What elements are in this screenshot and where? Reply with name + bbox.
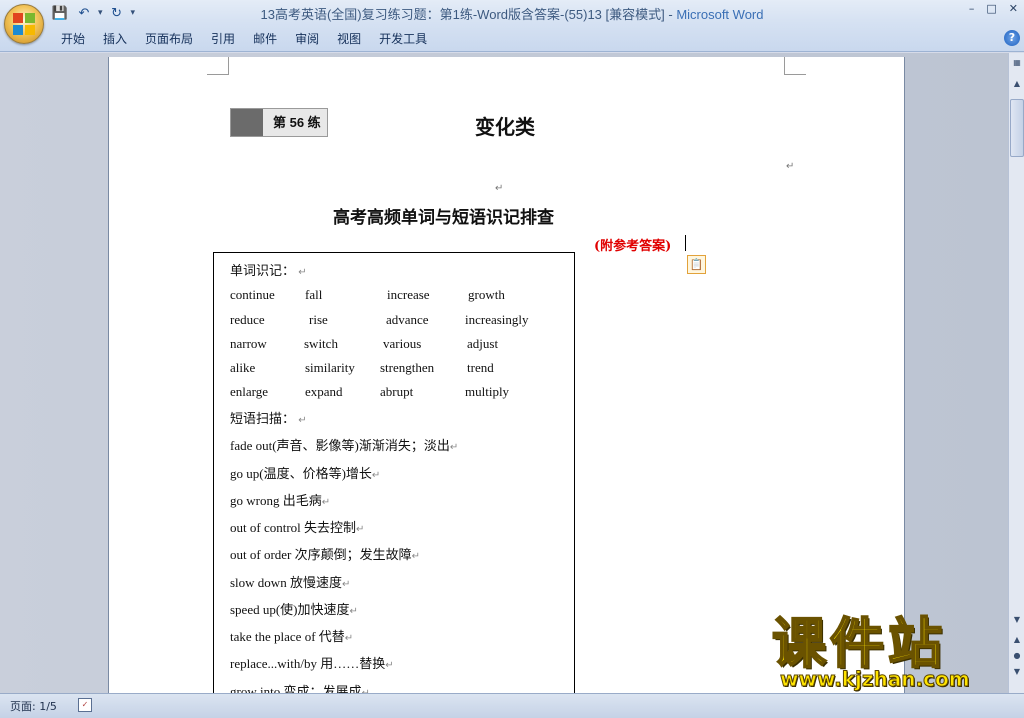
paste-options-icon[interactable]: 📋: [687, 255, 706, 274]
paragraph-mark: ↵: [786, 161, 795, 172]
tab-page-layout[interactable]: 页面布局: [136, 28, 202, 50]
window-controls: – □ ✕: [969, 2, 1018, 15]
word: enlarge: [230, 384, 269, 399]
document-page[interactable]: 第 56 练 变化类 ↵ ↵ 高考高频单词与短语识记排查 (附参考答案) 📋 单…: [109, 57, 904, 693]
answer-note: (附参考答案): [594, 239, 672, 254]
help-icon[interactable]: ?: [1004, 30, 1020, 46]
word: strengthen: [380, 360, 435, 375]
watermark: 课件站 www.kjzhan.com: [771, 612, 1006, 694]
phrase-item: fade out(声音、影像等)渐渐消失；淡出↵: [230, 438, 459, 453]
word: advance: [386, 312, 429, 327]
ruler-toggle-icon[interactable]: ▦: [1010, 56, 1024, 70]
previous-page-icon[interactable]: ▲: [1010, 633, 1024, 647]
section-heading: 高考高频单词与短语识记排查: [333, 208, 554, 228]
phrase-item: speed up(使)加快速度↵: [230, 602, 358, 617]
badge-block: [231, 109, 263, 136]
application-name: Microsoft Word: [676, 7, 764, 22]
title-separator: -: [664, 7, 677, 22]
words-header: 单词识记： ↵: [230, 263, 307, 278]
paragraph-mark: ↵: [495, 183, 504, 194]
word: increasingly: [465, 312, 529, 327]
tab-review[interactable]: 审阅: [286, 28, 328, 50]
vertical-scrollbar[interactable]: ▦ ▲ ▼ ▲ ● ▼: [1008, 53, 1024, 693]
phrase-item: out of order 次序颠倒；发生故障↵: [230, 547, 421, 562]
phrase-item: replace...with/by 用……替换↵: [230, 656, 394, 671]
tab-mailings[interactable]: 邮件: [244, 28, 286, 50]
text-cursor: [685, 235, 686, 251]
phrase-item: slow down 放慢速度↵: [230, 575, 351, 590]
scroll-up-icon[interactable]: ▲: [1010, 77, 1024, 91]
crop-mark-top-left: [207, 57, 229, 75]
select-browse-object-icon[interactable]: ●: [1010, 649, 1024, 663]
word: narrow: [230, 336, 267, 351]
window-title: 13高考英语(全国)复习练习题：第1练-Word版含答案-(55)13 [兼容模…: [0, 4, 1024, 23]
watermark-text: 课件站: [771, 612, 946, 675]
proofing-icon[interactable]: ✓: [78, 698, 92, 712]
word: adjust: [467, 336, 499, 351]
word: fall: [305, 287, 323, 302]
vocabulary-box: 单词识记： ↵ continue fall increase growth re…: [213, 252, 575, 693]
word: continue: [230, 287, 275, 302]
tab-view[interactable]: 视图: [328, 28, 370, 50]
phrase-item: out of control 失去控制↵: [230, 520, 365, 535]
document-workspace: 第 56 练 变化类 ↵ ↵ 高考高频单词与短语识记排查 (附参考答案) 📋 单…: [0, 53, 1008, 693]
badge-label: 第 56 练: [263, 109, 327, 136]
word: multiply: [465, 384, 510, 399]
phrase-item: take the place of 代替↵: [230, 629, 354, 644]
word: switch: [304, 336, 338, 351]
page-title: 变化类: [475, 115, 535, 139]
phrase-item: go wrong 出毛病↵: [230, 493, 331, 508]
word: rise: [309, 312, 328, 327]
scroll-thumb[interactable]: [1010, 99, 1024, 157]
word: trend: [467, 360, 494, 375]
tab-insert[interactable]: 插入: [94, 28, 136, 50]
word: alike: [230, 360, 256, 375]
watermark-url: www.kjzhan.com: [780, 667, 971, 692]
word: abrupt: [380, 384, 414, 399]
word: similarity: [305, 360, 355, 375]
crop-mark-top-right: [784, 57, 806, 75]
minimize-icon[interactable]: –: [969, 2, 975, 15]
next-page-icon[interactable]: ▼: [1010, 665, 1024, 679]
document-name: 13高考英语(全国)复习练习题：第1练-Word版含答案-(55)13 [兼容模…: [260, 7, 665, 22]
word: growth: [468, 287, 505, 302]
title-bar: 💾 ↶ ▾ ↻ ▾ 13高考英语(全国)复习练习题：第1练-Word版含答案-(…: [0, 0, 1024, 52]
phrase-item: go up(温度、价格等)增长↵: [230, 466, 381, 481]
tab-home[interactable]: 开始: [52, 28, 94, 50]
page-count[interactable]: 页面: 1/5: [10, 698, 57, 714]
word: reduce: [230, 312, 265, 327]
phrase-item: grow into 变成；发展成↵: [230, 684, 370, 693]
restore-icon[interactable]: □: [986, 2, 996, 15]
section-badge: 第 56 练: [230, 108, 328, 137]
status-bar: 页面: 1/5 ✓: [0, 693, 1024, 718]
close-icon[interactable]: ✕: [1009, 2, 1018, 15]
tab-references[interactable]: 引用: [202, 28, 244, 50]
scroll-down-icon[interactable]: ▼: [1010, 613, 1024, 627]
word: various: [383, 336, 422, 351]
word: increase: [387, 287, 430, 302]
word: expand: [305, 384, 343, 399]
tab-developer[interactable]: 开发工具: [370, 28, 436, 50]
ribbon-tabs: 开始 插入 页面布局 引用 邮件 审阅 视图 开发工具: [52, 28, 436, 50]
phrases-header: 短语扫描： ↵: [230, 411, 307, 426]
